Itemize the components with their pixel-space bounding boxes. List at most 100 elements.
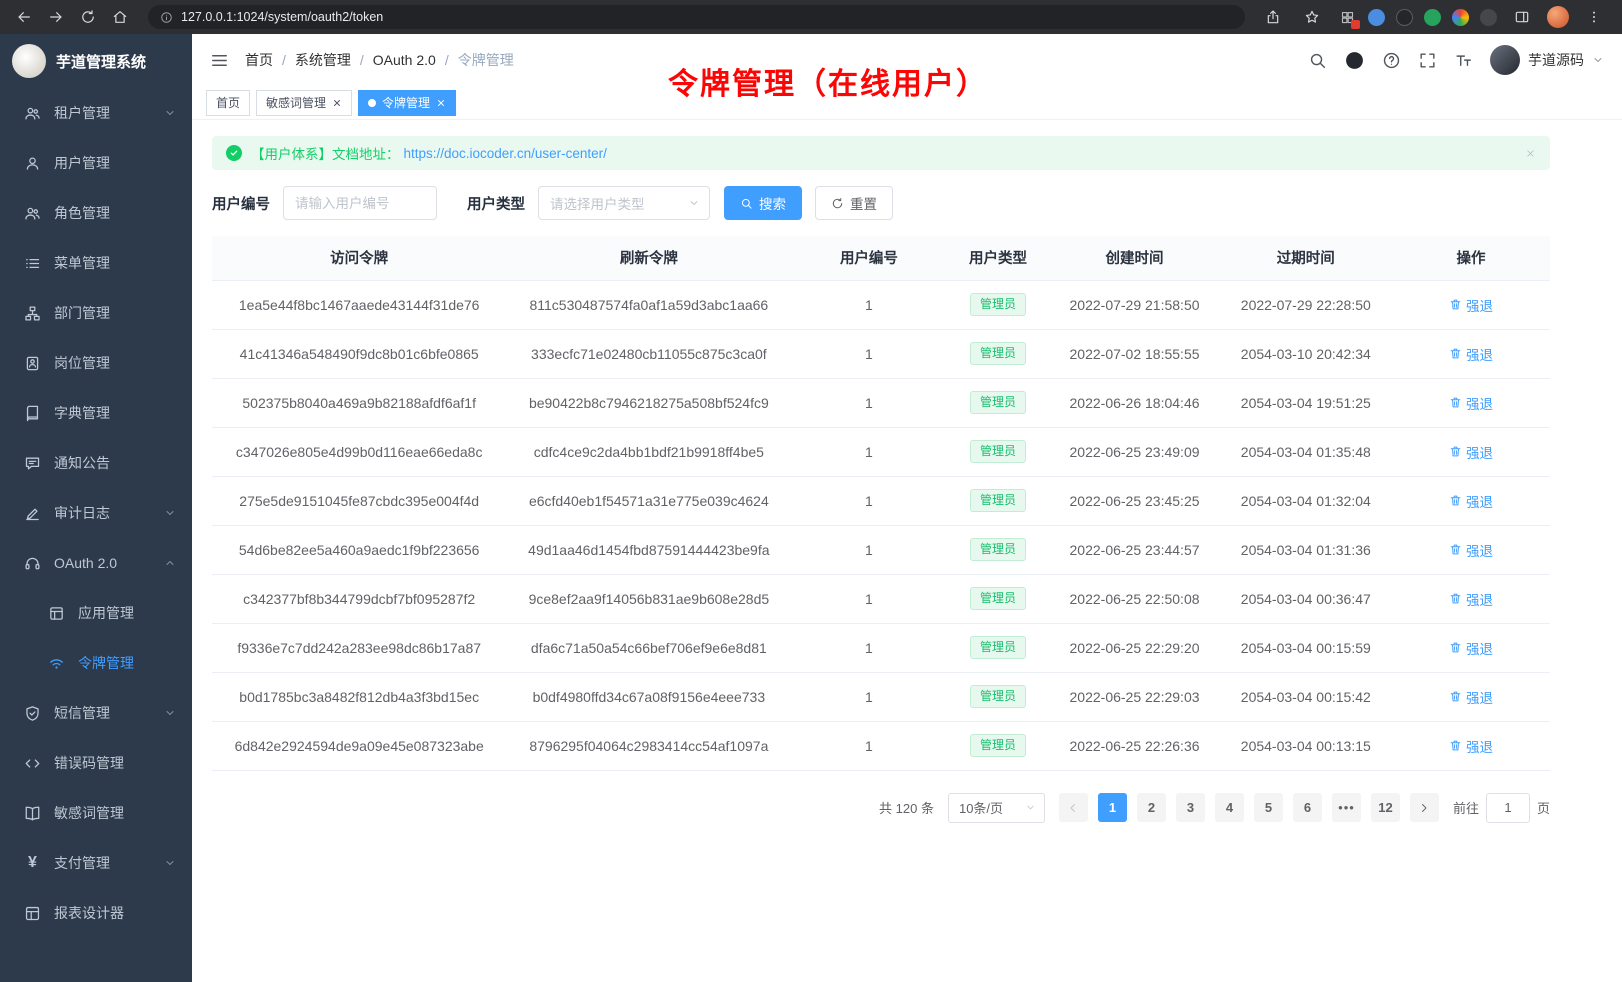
sidebar-item-post[interactable]: 岗位管理 xyxy=(0,338,192,388)
page-size-select[interactable]: 10条/页 xyxy=(948,793,1045,823)
user-type-cell: 管理员 xyxy=(947,672,1050,721)
user-id-input[interactable] xyxy=(283,186,437,220)
force-logout-button[interactable]: 强退 xyxy=(1449,442,1493,462)
side-panel-button[interactable] xyxy=(1508,3,1536,31)
extension-button-6[interactable] xyxy=(1480,9,1497,26)
extension-button-4[interactable] xyxy=(1424,9,1441,26)
force-logout-button[interactable]: 强退 xyxy=(1449,491,1493,511)
reset-button[interactable]: 重置 xyxy=(815,186,893,220)
sidebar-item-user[interactable]: 用户管理 xyxy=(0,138,192,188)
tab-label: 令牌管理 xyxy=(382,94,430,111)
sidebar-item-oauth2-token[interactable]: 令牌管理 xyxy=(0,638,192,688)
sidebar-item-audit-log[interactable]: 审计日志 xyxy=(0,488,192,538)
tab-close-button[interactable] xyxy=(436,98,446,108)
force-logout-button[interactable]: 强退 xyxy=(1449,638,1493,658)
column-header: 刷新令牌 xyxy=(506,236,791,280)
wifi-icon xyxy=(48,655,65,672)
home-button[interactable] xyxy=(106,3,134,31)
force-logout-label: 强退 xyxy=(1466,491,1493,511)
force-logout-button[interactable]: 强退 xyxy=(1449,344,1493,364)
force-logout-button[interactable]: 强退 xyxy=(1449,687,1493,707)
extension-button-2[interactable] xyxy=(1368,9,1385,26)
sidebar-item-report-designer[interactable]: 报表设计器 xyxy=(0,888,192,938)
trash-icon xyxy=(1449,592,1462,605)
pagination-page-button[interactable]: 3 xyxy=(1176,793,1205,822)
extension-button-3[interactable] xyxy=(1396,9,1413,26)
sidebar-item-tenant[interactable]: 租户管理 xyxy=(0,88,192,138)
trash-icon xyxy=(1449,494,1462,507)
header-search-button[interactable] xyxy=(1308,51,1327,70)
force-logout-button[interactable]: 强退 xyxy=(1449,736,1493,756)
sidebar-item-notice[interactable]: 通知公告 xyxy=(0,438,192,488)
goto-page-input[interactable] xyxy=(1486,793,1530,823)
share-button[interactable] xyxy=(1259,3,1287,31)
chevron-down-icon xyxy=(1592,54,1604,66)
force-logout-button[interactable]: 强退 xyxy=(1449,393,1493,413)
pagination-page-button[interactable]: 12 xyxy=(1371,793,1400,822)
bookmark-button[interactable] xyxy=(1298,3,1326,31)
pagination-more-button[interactable]: ••• xyxy=(1332,793,1361,822)
extension-button-5[interactable] xyxy=(1452,9,1469,26)
github-link[interactable] xyxy=(1344,50,1365,71)
pagination-page-button[interactable]: 4 xyxy=(1215,793,1244,822)
pagination-page-button[interactable]: 2 xyxy=(1137,793,1166,822)
breadcrumb-item[interactable]: 首页 xyxy=(245,50,273,70)
breadcrumb-item[interactable]: OAuth 2.0 xyxy=(373,52,436,68)
pagination-page-button[interactable]: 5 xyxy=(1254,793,1283,822)
alert-close-button[interactable] xyxy=(1525,148,1536,159)
sidebar-item-oauth2[interactable]: OAuth 2.0 xyxy=(0,538,192,588)
sidebar-item-dept[interactable]: 部门管理 xyxy=(0,288,192,338)
extension-button-1[interactable] xyxy=(1337,7,1357,27)
font-size-icon xyxy=(1454,51,1473,70)
site-info-icon[interactable] xyxy=(160,11,173,24)
user-id-cell: 1 xyxy=(791,721,946,770)
font-size-button[interactable] xyxy=(1454,51,1473,70)
force-logout-button[interactable]: 强退 xyxy=(1449,589,1493,609)
layout-icon xyxy=(24,905,41,922)
browser-profile-avatar[interactable] xyxy=(1547,6,1569,28)
pagination-page-button[interactable]: 6 xyxy=(1293,793,1322,822)
refresh-token-cell: 8796295f04064c2983414cc54af1097a xyxy=(506,721,791,770)
pagination-prev-button[interactable] xyxy=(1059,793,1088,822)
pagination-next-button[interactable] xyxy=(1410,793,1439,822)
user-type-cell: 管理员 xyxy=(947,427,1050,476)
sidebar-item-sensitive-word[interactable]: 敏感词管理 xyxy=(0,788,192,838)
app-logo[interactable]: 芋道管理系统 xyxy=(0,34,192,88)
pagination-page-button[interactable]: 1 xyxy=(1098,793,1127,822)
sidebar: 芋道管理系统 租户管理用户管理角色管理菜单管理部门管理岗位管理字典管理通知公告审… xyxy=(0,34,192,982)
user-type-cell: 管理员 xyxy=(947,378,1050,427)
chat-icon xyxy=(24,455,41,472)
access-token-cell: c342377bf8b344799dcbf7bf095287f2 xyxy=(212,574,506,623)
expire-time-cell: 2054-03-04 01:35:48 xyxy=(1219,427,1392,476)
address-bar[interactable]: 127.0.0.1:1024/system/oauth2/token xyxy=(148,5,1245,29)
back-button[interactable] xyxy=(10,3,38,31)
sidebar-item-error-code[interactable]: 错误码管理 xyxy=(0,738,192,788)
force-logout-button[interactable]: 强退 xyxy=(1449,295,1493,315)
sidebar-item-pay[interactable]: ¥支付管理 xyxy=(0,838,192,888)
force-logout-button[interactable]: 强退 xyxy=(1449,540,1493,560)
tab-sensitive-word[interactable]: 敏感词管理 xyxy=(256,90,352,116)
tab-close-button[interactable] xyxy=(332,98,342,108)
fullscreen-button[interactable] xyxy=(1418,51,1437,70)
breadcrumb-item[interactable]: 系统管理 xyxy=(295,50,351,70)
doc-link[interactable]: https://doc.iocoder.cn/user-center/ xyxy=(404,146,607,161)
tab-home[interactable]: 首页 xyxy=(206,90,250,116)
collapse-sidebar-button[interactable] xyxy=(210,51,229,70)
chevron-down-icon xyxy=(688,197,700,209)
reload-button[interactable] xyxy=(74,3,102,31)
user-type-select[interactable]: 请选择用户类型 xyxy=(538,186,710,220)
search-button[interactable]: 搜索 xyxy=(724,186,802,220)
forward-button[interactable] xyxy=(42,3,70,31)
sidebar-item-menu[interactable]: 菜单管理 xyxy=(0,238,192,288)
user-menu[interactable]: 芋道源码 xyxy=(1490,45,1604,75)
tab-token[interactable]: 令牌管理 xyxy=(358,90,456,116)
sidebar-item-dict[interactable]: 字典管理 xyxy=(0,388,192,438)
expire-time-cell: 2054-03-10 20:42:34 xyxy=(1219,329,1392,378)
sidebar-item-sms[interactable]: 短信管理 xyxy=(0,688,192,738)
page-header: 首页/系统管理/OAuth 2.0/令牌管理 芋道源码 xyxy=(192,34,1622,86)
sidebar-item-role[interactable]: 角色管理 xyxy=(0,188,192,238)
table-row: c347026e805e4d99b0d116eae66eda8ccdfc4ce9… xyxy=(212,427,1550,476)
browser-menu-button[interactable] xyxy=(1580,3,1608,31)
help-button[interactable] xyxy=(1382,51,1401,70)
sidebar-item-oauth2-app[interactable]: 应用管理 xyxy=(0,588,192,638)
